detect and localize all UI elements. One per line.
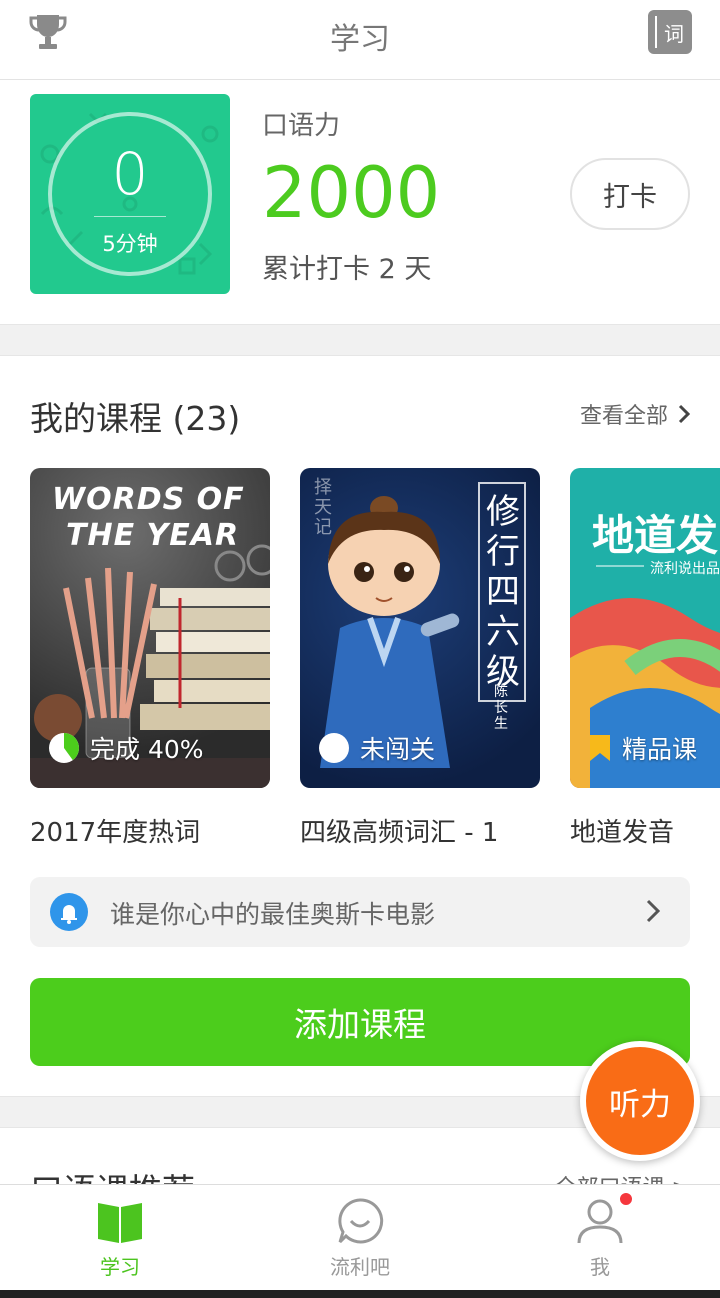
course-cover: WORDS OF THE YEAR 完成 40% xyxy=(30,468,270,788)
course-cover: 地道发 流利说出品 精品课 xyxy=(570,468,720,788)
checkin-days: 累计打卡 2 天 xyxy=(262,254,432,285)
section-title: 我的课程 (23) xyxy=(30,399,241,438)
bookmark-icon xyxy=(590,735,610,761)
course-cover: 择天记 修行四六级 陈长生 未闯关 xyxy=(300,468,540,788)
course-status-badge: 未闯关 xyxy=(318,730,435,766)
page-title: 学习 xyxy=(330,22,390,57)
view-all-link[interactable]: 查看全部 xyxy=(580,398,690,430)
nav-label: 流利吧 xyxy=(330,1255,390,1279)
nav-tab-study[interactable]: 学习 xyxy=(0,1185,240,1291)
premium-badge: 精品课 xyxy=(588,730,697,766)
person-icon xyxy=(577,1199,623,1244)
course-card[interactable]: 择天记 修行四六级 陈长生 未闯关 xyxy=(300,468,540,788)
my-courses-section: 我的课程 (23) 查看全部 WORDS OF THE YEAR 完成 40% … xyxy=(0,356,720,1096)
system-bar xyxy=(0,1290,720,1298)
stats-panel: 0 5分钟 口语力 2000 累计打卡 2 天 打卡 xyxy=(0,81,720,324)
course-name[interactable]: 地道发音 xyxy=(570,812,674,849)
timer-unit: 5分钟 xyxy=(102,232,158,256)
course-card[interactable]: 地道发 流利说出品 精品课 xyxy=(570,468,720,788)
course-carousel[interactable]: WORDS OF THE YEAR 完成 40% 择天记 修行四六级 陈长生 未… xyxy=(30,468,720,788)
nav-tab-community[interactable]: 流利吧 xyxy=(240,1185,480,1291)
smile-chat-icon xyxy=(338,1198,384,1244)
status-circle-icon xyxy=(319,733,349,763)
bottom-nav: 学习 流利吧 我 xyxy=(0,1184,720,1290)
course-card[interactable]: WORDS OF THE YEAR 完成 40% xyxy=(30,468,270,788)
course-progress-badge: 完成 40% xyxy=(48,730,204,766)
dictionary-button[interactable]: 词 xyxy=(648,10,692,54)
view-all-label: 查看全部 xyxy=(579,404,668,429)
speaking-score-value: 2000 xyxy=(262,152,441,234)
announcement-text: 谁是你心中的最佳奥斯卡电影 xyxy=(110,900,436,929)
nav-tab-me[interactable]: 我 xyxy=(480,1185,720,1291)
course-name[interactable]: 2017年度热词 xyxy=(30,812,200,849)
progress-label: 完成 40% xyxy=(90,735,204,764)
bell-icon xyxy=(50,893,88,931)
top-bar: 学习 词 xyxy=(0,0,720,80)
course-name[interactable]: 四级高频词汇 - 1 xyxy=(300,812,498,849)
add-course-button[interactable]: 添加课程 xyxy=(30,978,690,1066)
timer-divider xyxy=(94,216,166,217)
daily-timer[interactable]: 0 5分钟 xyxy=(30,94,230,294)
notification-dot xyxy=(618,1191,634,1207)
chevron-right-icon xyxy=(646,899,660,923)
section-divider xyxy=(0,324,720,356)
book-icon xyxy=(98,1203,142,1243)
checkin-button[interactable]: 打卡 xyxy=(570,158,690,230)
timer-value: 0 xyxy=(111,140,149,208)
announcement-bar[interactable]: 谁是你心中的最佳奥斯卡电影 xyxy=(30,877,690,947)
listening-fab[interactable]: 听力 xyxy=(580,1041,700,1161)
premium-label: 精品课 xyxy=(622,735,698,764)
recommend-title: 口语课推荐 xyxy=(30,1164,195,1186)
speaking-score-label: 口语力 xyxy=(262,111,341,141)
nav-label: 学习 xyxy=(100,1255,140,1279)
progress-pie-icon xyxy=(49,733,79,763)
nav-label: 我 xyxy=(590,1255,610,1279)
status-label: 未闯关 xyxy=(360,735,436,764)
chevron-right-icon xyxy=(678,404,690,424)
